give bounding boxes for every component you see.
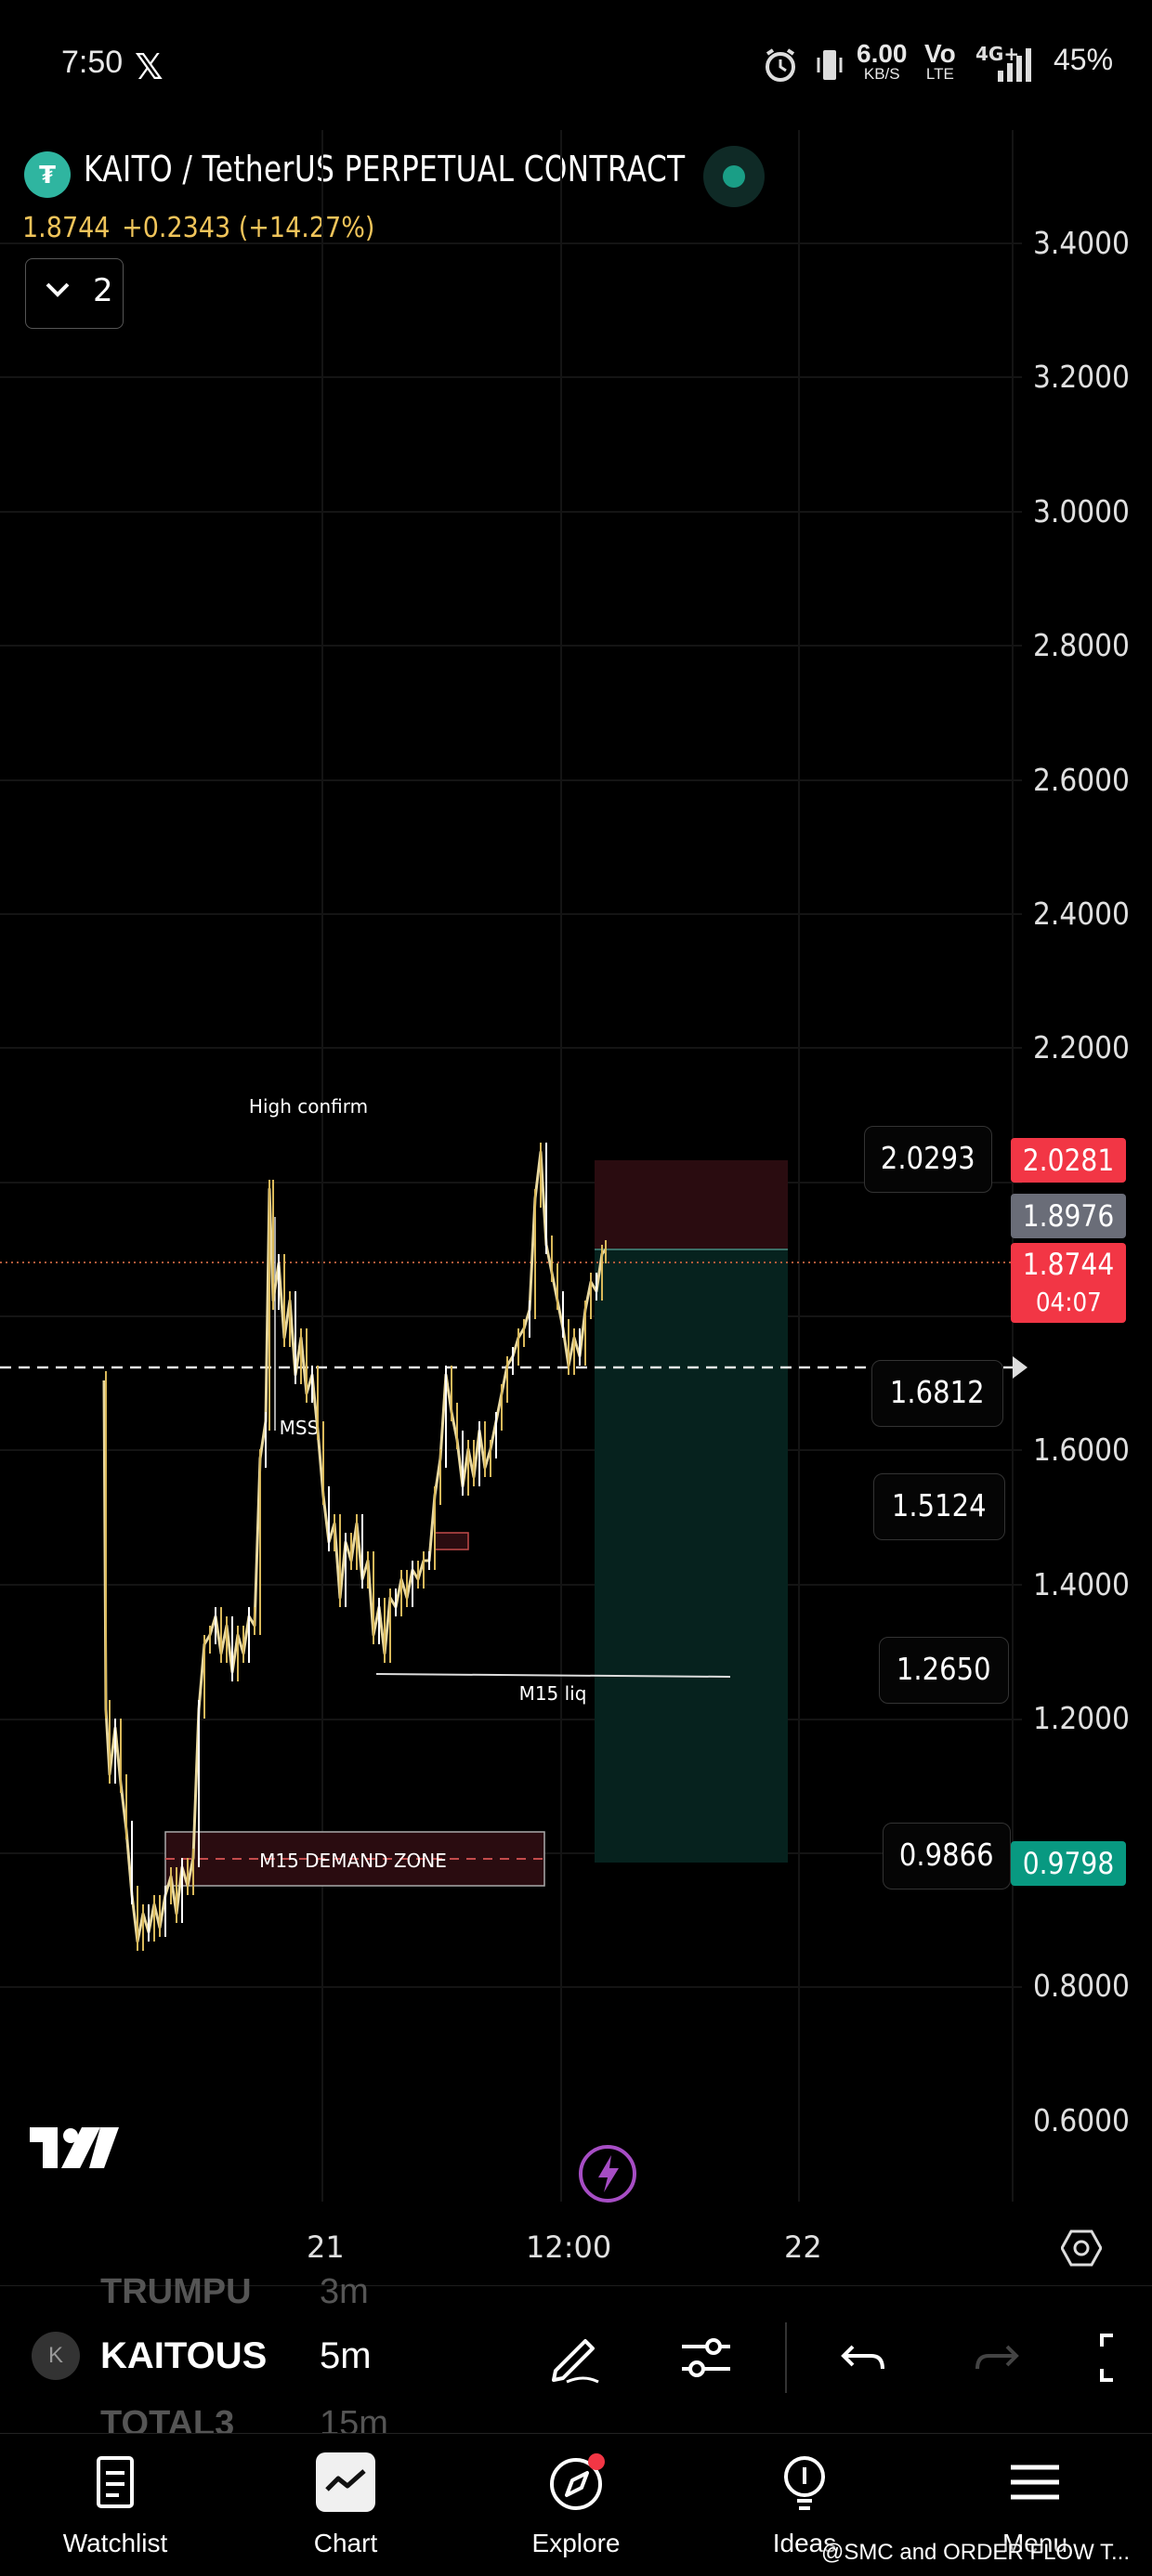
price-axis-label: 1.4000 xyxy=(1033,1566,1130,1602)
liquidity-label: M15 liq xyxy=(519,1682,587,1705)
level-callout[interactable]: 1.6812 xyxy=(871,1360,1003,1427)
price-axis-label: 1.2000 xyxy=(1033,1700,1130,1736)
last-price-tag[interactable]: 1.8744 04:07 xyxy=(1011,1243,1126,1323)
alarm-icon xyxy=(766,48,795,82)
price-axis-label: 0.6000 xyxy=(1033,2102,1130,2138)
redo-icon[interactable] xyxy=(966,2328,1026,2387)
net-speed: 6.00 KB/S xyxy=(857,39,908,84)
watermark-text: @SMC and ORDER FLOW T... xyxy=(821,2540,1130,2565)
symbol-badge: K xyxy=(32,2332,80,2380)
price-axis-label: 3.4000 xyxy=(1033,225,1130,261)
menu-icon xyxy=(1011,2465,1059,2500)
nav-watchlist[interactable]: Watchlist xyxy=(32,2434,199,2576)
level-callout[interactable]: 1.2650 xyxy=(879,1637,1009,1704)
chart-icon xyxy=(316,2452,375,2512)
undo-icon[interactable] xyxy=(834,2328,894,2387)
stop-loss-zone[interactable] xyxy=(595,1160,788,1249)
bottom-navigation: Watchlist Chart Explore Ideas Menu @SMC … xyxy=(0,2433,1152,2576)
tradingview-logo-icon[interactable] xyxy=(30,2127,119,2168)
status-bar: 7:50 𝕏 6.00 KB/S Vo LTE 4G+ 45% xyxy=(0,0,1152,130)
stop-price-tag[interactable]: 2.0281 xyxy=(1011,1138,1126,1183)
level-callout[interactable]: 0.9866 xyxy=(883,1823,1011,1890)
level-callout[interactable]: 1.5124 xyxy=(873,1473,1005,1540)
price-series-line xyxy=(102,1150,608,1943)
mark-price-tag[interactable]: 1.8976 xyxy=(1011,1194,1126,1238)
symbol-picker[interactable]: KAITOUS xyxy=(100,2335,268,2377)
take-profit-zone[interactable] xyxy=(595,1249,788,1863)
time-axis-label: 22 xyxy=(784,2229,822,2265)
order-block-box[interactable] xyxy=(434,1532,469,1550)
demand-zone-label: M15 DEMAND ZONE xyxy=(259,1850,447,1872)
price-axis-label: 2.4000 xyxy=(1033,896,1130,932)
toolbar-divider xyxy=(785,2322,787,2393)
price-axis-label: 3.2000 xyxy=(1033,359,1130,395)
price-axis-label: 3.0000 xyxy=(1033,493,1130,530)
nav-watchlist-label: Watchlist xyxy=(62,2529,168,2557)
target-price-tag[interactable]: 0.9798 xyxy=(1011,1841,1126,1886)
lightbulb-icon xyxy=(784,2456,825,2510)
clock: 7:50 xyxy=(61,45,124,80)
level-callout[interactable]: 2.0293 xyxy=(864,1126,992,1193)
nav-chart-label: Chart xyxy=(313,2529,378,2557)
drawing-pen-icon[interactable] xyxy=(546,2328,606,2387)
notification-dot-icon xyxy=(588,2453,605,2470)
compass-icon xyxy=(550,2453,605,2510)
interval-picker-prev[interactable]: 3m xyxy=(320,2272,369,2312)
price-axis-label: 2.8000 xyxy=(1033,627,1130,663)
battery-level: 45% xyxy=(1054,43,1114,76)
bar-countdown: 04:07 xyxy=(1035,1287,1102,1317)
fullscreen-icon[interactable] xyxy=(1096,2328,1152,2387)
nav-explore-label: Explore xyxy=(531,2529,621,2557)
volte-indicator: Vo LTE xyxy=(924,39,956,84)
line-handle-icon[interactable] xyxy=(1013,1356,1028,1379)
candlestick-series xyxy=(102,1143,608,1951)
lightning-icon[interactable] xyxy=(578,2144,637,2203)
vibrate-icon xyxy=(817,50,843,80)
chart-settings-icon[interactable] xyxy=(1061,2228,1102,2269)
indicators-sliders-icon[interactable] xyxy=(676,2328,736,2387)
nav-chart[interactable]: Chart xyxy=(262,2434,429,2576)
nav-explore[interactable]: Explore xyxy=(492,2434,660,2576)
watchlist-icon xyxy=(97,2456,134,2508)
price-axis-label: 2.6000 xyxy=(1033,762,1130,798)
time-axis-label: 12:00 xyxy=(526,2229,612,2265)
interval-picker[interactable]: 5m xyxy=(320,2335,372,2377)
symbol-picker-prev[interactable]: TRUMPU xyxy=(100,2272,252,2312)
price-axis-label: 0.8000 xyxy=(1033,1968,1130,2004)
price-axis-label: 1.6000 xyxy=(1033,1432,1130,1468)
mss-label: MSS xyxy=(280,1417,320,1439)
high-confirm-label: High confirm xyxy=(249,1095,368,1118)
signal-icon xyxy=(998,48,1031,82)
time-axis-label: 21 xyxy=(307,2229,345,2265)
x-app-icon: 𝕏 xyxy=(135,46,164,87)
price-axis-label: 2.2000 xyxy=(1033,1029,1130,1066)
